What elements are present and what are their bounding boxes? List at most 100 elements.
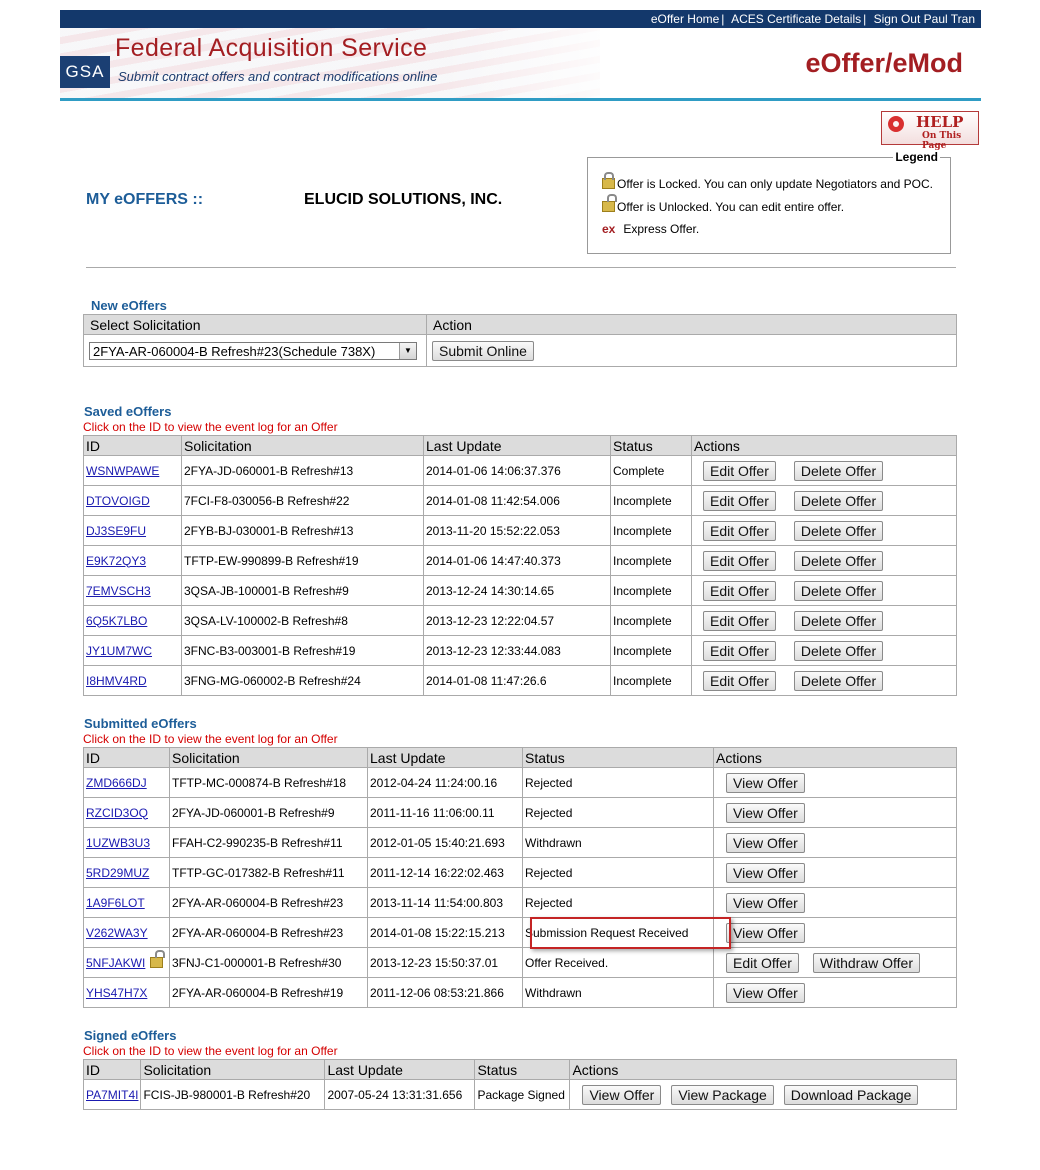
delete-offer-button[interactable]: Delete Offer	[793, 460, 884, 481]
last-update-cell: 2013-12-23 15:50:37.01	[367, 947, 523, 978]
offer-id-link[interactable]: 1A9F6LOT	[86, 896, 145, 910]
offer-id-link[interactable]: ZMD666DJ	[86, 776, 147, 790]
id-cell: DJ3SE9FU	[83, 515, 182, 546]
last-update-cell: 2013-11-14 11:54:00.803	[367, 887, 523, 918]
offer-id-link[interactable]: RZCID3OQ	[86, 806, 148, 820]
submitted-offers-table: ID Solicitation Last Update Status Actio…	[83, 747, 957, 1008]
edit-offer-button[interactable]: Edit Offer	[726, 952, 799, 973]
view-offer-button[interactable]: View Offer	[726, 772, 805, 793]
aces-certificate-link[interactable]: ACES Certificate Details	[731, 12, 861, 26]
solicitation-cell: 2FYA-AR-060004-B Refresh#23	[169, 887, 368, 918]
view-offer-button[interactable]: View Offer	[726, 892, 805, 913]
last-update-cell: 2011-12-06 08:53:21.866	[367, 977, 523, 1008]
solicitation-cell: 2FYB-BJ-030001-B Refresh#13	[181, 515, 424, 546]
offer-id-link[interactable]: 5NFJAKWI	[86, 956, 145, 970]
offer-id-link[interactable]: V262WA3Y	[86, 926, 148, 940]
actions-cell: View Offer	[713, 887, 957, 918]
edit-offer-button[interactable]: Edit Offer	[703, 610, 776, 631]
id-cell: 1UZWB3U3	[83, 827, 170, 858]
offer-id-link[interactable]: PA7MIT4I	[86, 1088, 138, 1102]
table-row: RZCID3OQ 2FYA-JD-060001-B Refresh#9 2011-1…	[83, 797, 957, 828]
saved-offers-table: ID Solicitation Last Update Status Actio…	[83, 435, 957, 696]
status-cell: Rejected	[522, 767, 714, 798]
id-cell: WSNWPAWE	[83, 455, 182, 486]
table-row: WSNWPAWE 2FYA-JD-060001-B Refresh#13 2014-…	[83, 455, 957, 486]
submitted-hint: Click on the ID to view the event log fo…	[83, 732, 338, 746]
sign-out-link[interactable]: Sign Out Paul Tran	[874, 12, 975, 26]
chevron-down-icon[interactable]: ▼	[399, 342, 416, 359]
table-row: 1A9F6LOT 2FYA-AR-060004-B Refresh#23 2013-…	[83, 887, 957, 918]
solicitation-cell: 7FCI-F8-030056-B Refresh#22	[181, 485, 424, 516]
page-title: MY eOFFERS ::	[86, 191, 204, 208]
solicitation-cell: FCIS-JB-980001-B Refresh#20	[140, 1079, 326, 1110]
id-cell: YHS47H7X	[83, 977, 170, 1008]
offer-id-link[interactable]: 1UZWB3U3	[86, 836, 150, 850]
view-package-button[interactable]: View Package	[671, 1084, 774, 1105]
edit-offer-button[interactable]: Edit Offer	[703, 550, 776, 571]
table-row: YHS47H7X 2FYA-AR-060004-B Refresh#19 2011-…	[83, 977, 957, 1008]
id-cell: E9K72QY3	[83, 545, 182, 576]
offer-id-link[interactable]: DTOVOIGD	[86, 494, 150, 508]
offer-id-link[interactable]: JY1UM7WC	[86, 644, 152, 658]
edit-offer-button[interactable]: Edit Offer	[703, 640, 776, 661]
col-last-update: Last Update	[324, 1059, 476, 1080]
offer-id-link[interactable]: DJ3SE9FU	[86, 524, 146, 538]
download-package-button[interactable]: Download Package	[783, 1084, 919, 1105]
status-cell: Withdrawn	[522, 827, 714, 858]
view-offer-button[interactable]: View Offer	[726, 982, 805, 1003]
offer-id-link[interactable]: E9K72QY3	[86, 554, 146, 568]
solicitation-cell: 2FYA-AR-060004-B Refresh#23	[169, 917, 368, 948]
col-id: ID	[83, 435, 182, 456]
withdraw-offer-button[interactable]: Withdraw Offer	[812, 952, 920, 973]
delete-offer-button[interactable]: Delete Offer	[793, 520, 884, 541]
signed-offers-title: Signed eOffers	[84, 1028, 177, 1043]
edit-offer-button[interactable]: Edit Offer	[703, 490, 776, 511]
delete-offer-button[interactable]: Delete Offer	[793, 580, 884, 601]
offer-id-link[interactable]: 6Q5K7LBO	[86, 614, 147, 628]
view-offer-button[interactable]: View Offer	[726, 862, 805, 883]
delete-offer-button[interactable]: Delete Offer	[793, 670, 884, 691]
last-update-cell: 2013-12-23 12:22:04.57	[423, 605, 611, 636]
edit-offer-button[interactable]: Edit Offer	[703, 520, 776, 541]
submit-online-button[interactable]: Submit Online	[432, 340, 534, 361]
org-title: Federal Acquisition Service	[115, 34, 428, 62]
new-offers-table: Select Solicitation Action 2FYA-AR-06000…	[83, 314, 957, 367]
status-cell: Package Signed	[474, 1079, 571, 1110]
solicitation-cell: 3QSA-LV-100002-B Refresh#8	[181, 605, 424, 636]
edit-offer-button[interactable]: Edit Offer	[703, 460, 776, 481]
legend-unlocked: Offer is Unlocked. You can edit entire o…	[602, 194, 844, 214]
view-offer-button[interactable]: View Offer	[582, 1084, 662, 1105]
col-solicitation: Solicitation	[169, 747, 368, 768]
delete-offer-button[interactable]: Delete Offer	[793, 490, 884, 511]
solicitation-select[interactable]: 2FYA-AR-060004-B Refresh#23(Schedule 738…	[89, 341, 417, 360]
offer-id-link[interactable]: YHS47H7X	[86, 986, 147, 1000]
actions-cell: View Offer	[713, 797, 957, 828]
last-update-cell: 2013-12-24 14:30:14.65	[423, 575, 611, 606]
last-update-cell: 2011-12-14 16:22:02.463	[367, 857, 523, 888]
solicitation-cell: TFTP-MC-000874-B Refresh#18	[169, 767, 368, 798]
offer-id-link[interactable]: 7EMVSCH3	[86, 584, 151, 598]
edit-offer-button[interactable]: Edit Offer	[703, 670, 776, 691]
delete-offer-button[interactable]: Delete Offer	[793, 610, 884, 631]
edit-offer-button[interactable]: Edit Offer	[703, 580, 776, 601]
table-row: DTOVOIGD 7FCI-F8-030056-B Refresh#22 2014-…	[83, 485, 957, 516]
view-offer-button[interactable]: View Offer	[726, 802, 805, 823]
company-name: ELUCID SOLUTIONS, INC.	[304, 191, 503, 208]
actions-cell: Edit Offer Delete Offer	[691, 485, 957, 516]
table-row: E9K72QY3 TFTP-EW-990899-B Refresh#19 2014-…	[83, 545, 957, 576]
status-cell: Rejected	[522, 887, 714, 918]
offer-id-link[interactable]: 5RD29MUZ	[86, 866, 149, 880]
offer-id-link[interactable]: I8HMV4RD	[86, 674, 147, 688]
id-cell: 7EMVSCH3	[83, 575, 182, 606]
view-offer-button[interactable]: View Offer	[726, 922, 805, 943]
status-cell: Incomplete	[610, 575, 692, 606]
signed-offers-table: ID Solicitation Last Update Status Actio…	[82, 1059, 957, 1110]
delete-offer-button[interactable]: Delete Offer	[793, 640, 884, 661]
offer-id-link[interactable]: WSNWPAWE	[86, 464, 159, 478]
table-row: 7EMVSCH3 3QSA-JB-100001-B Refresh#9 2013-1…	[83, 575, 957, 606]
solicitation-cell: 3QSA-JB-100001-B Refresh#9	[181, 575, 424, 606]
delete-offer-button[interactable]: Delete Offer	[793, 550, 884, 571]
view-offer-button[interactable]: View Offer	[726, 832, 805, 853]
help-button[interactable]: HELP On This Page	[881, 111, 979, 151]
eoffer-home-link[interactable]: eOffer Home	[651, 12, 719, 26]
